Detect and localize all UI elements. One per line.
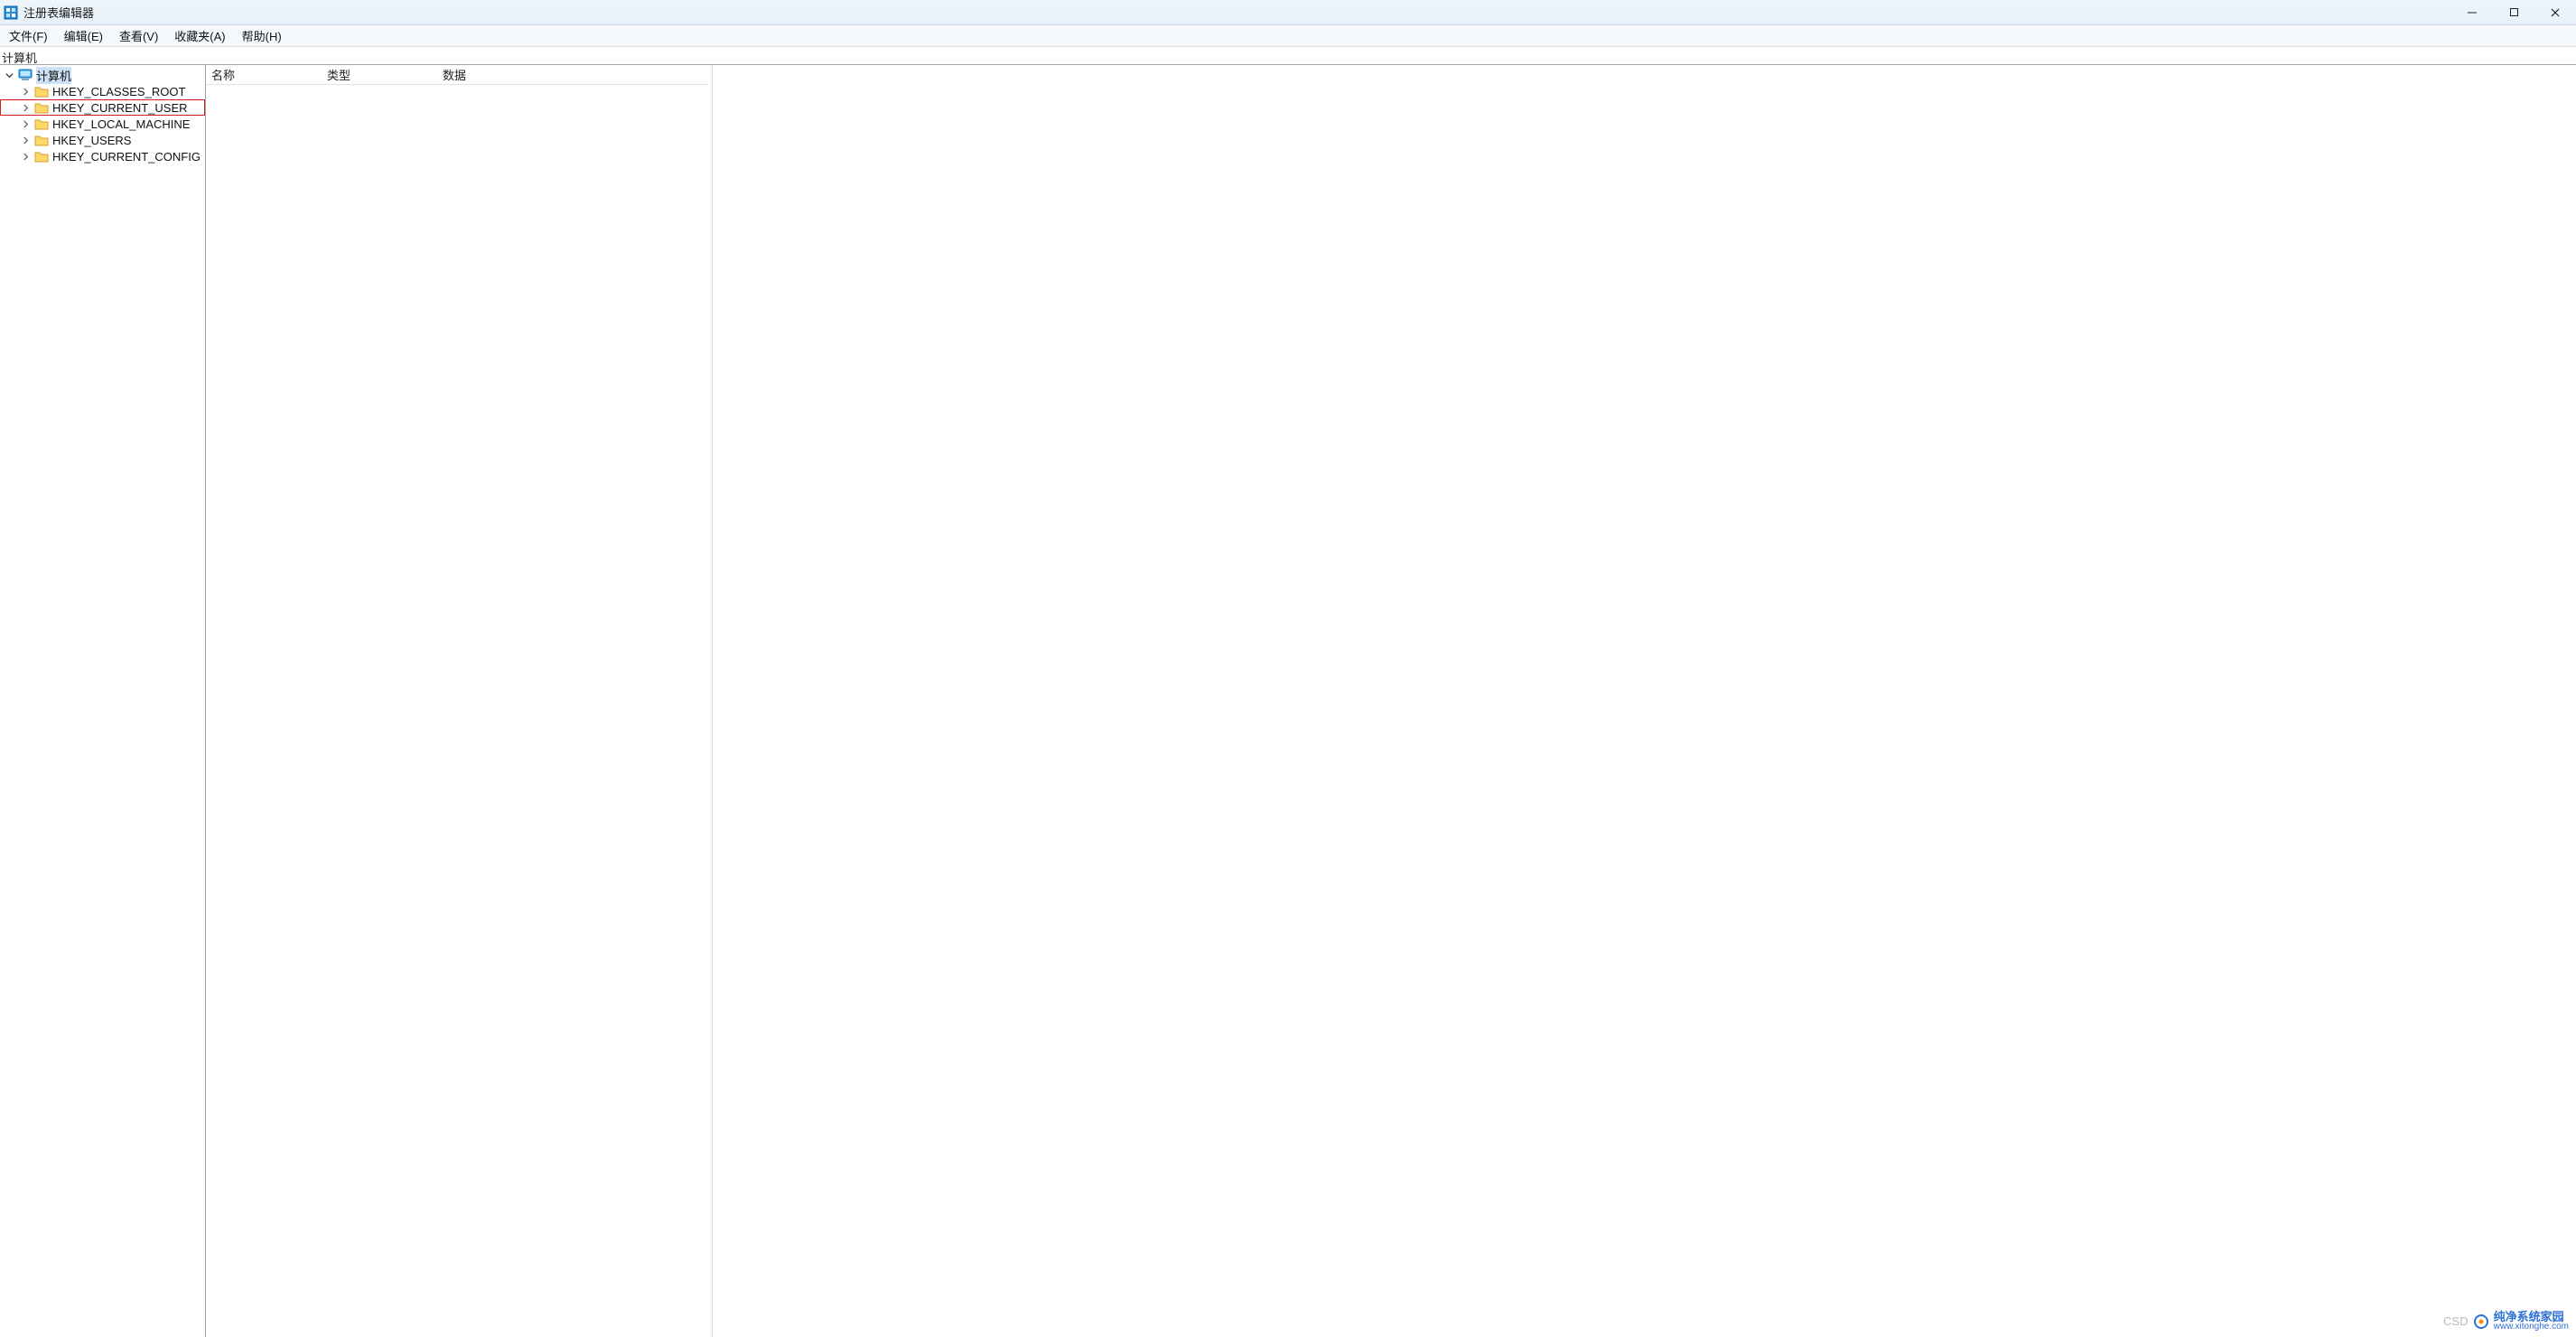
address-text: 计算机 — [2, 51, 37, 65]
tree-hive-hkcr[interactable]: HKEY_CLASSES_ROOT — [0, 83, 205, 99]
list-pane[interactable]: 名称 类型 数据 — [206, 65, 2576, 1337]
menu-file[interactable]: 文件(F) — [7, 25, 50, 46]
watermark: CSD 纯净系统家园 www.xitonghe.com — [2443, 1311, 2569, 1332]
minimize-icon — [2467, 7, 2478, 18]
regedit-icon — [4, 5, 18, 20]
tree-root-label: 计算机 — [36, 67, 71, 84]
column-header-name[interactable]: 名称 — [206, 64, 322, 85]
tree-item-label: HKEY_CLASSES_ROOT — [52, 85, 185, 98]
watermark-left: CSD — [2443, 1314, 2468, 1328]
maximize-button[interactable] — [2493, 0, 2534, 25]
minimize-button[interactable] — [2451, 0, 2493, 25]
folder-icon — [34, 101, 49, 114]
chevron-right-icon[interactable] — [20, 102, 31, 113]
workspace: 计算机 HKEY_CLASSES_ROOT HKEY_CURRENT_USER … — [0, 65, 2576, 1337]
chevron-right-icon[interactable] — [20, 135, 31, 145]
watermark-sub: www.xitonghe.com — [2494, 1323, 2569, 1332]
window-title: 注册表编辑器 — [23, 4, 94, 21]
tree-item-label: HKEY_CURRENT_CONFIG — [52, 150, 201, 164]
tree-item-label: HKEY_LOCAL_MACHINE — [52, 117, 190, 131]
tree-hive-hklm[interactable]: HKEY_LOCAL_MACHINE — [0, 116, 205, 132]
tree-root-computer[interactable]: 计算机 — [0, 67, 205, 83]
column-header-data[interactable]: 数据 — [437, 64, 708, 85]
folder-icon — [34, 150, 49, 163]
menubar: 文件(F) 编辑(E) 查看(V) 收藏夹(A) 帮助(H) — [0, 25, 2576, 47]
menu-favorites[interactable]: 收藏夹(A) — [173, 25, 227, 46]
column-header-type[interactable]: 类型 — [322, 64, 437, 85]
tree-item-label: HKEY_CURRENT_USER — [52, 101, 188, 115]
chevron-right-icon[interactable] — [20, 151, 31, 162]
maximize-icon — [2509, 7, 2519, 17]
chevron-down-icon[interactable] — [4, 70, 14, 80]
menu-view[interactable]: 查看(V) — [117, 25, 160, 46]
chevron-right-icon[interactable] — [20, 118, 31, 129]
tree-hive-hku[interactable]: HKEY_USERS — [0, 132, 205, 148]
computer-icon — [18, 69, 33, 81]
close-icon — [2550, 7, 2561, 18]
folder-icon — [34, 117, 49, 130]
column-divider[interactable] — [712, 65, 713, 1337]
tree-pane[interactable]: 计算机 HKEY_CLASSES_ROOT HKEY_CURRENT_USER … — [0, 65, 206, 1337]
watermark-logo-icon — [2474, 1314, 2488, 1329]
folder-icon — [34, 85, 49, 98]
tree-hive-hkcc[interactable]: HKEY_CURRENT_CONFIG — [0, 148, 205, 164]
tree-item-label: HKEY_USERS — [52, 134, 131, 147]
menu-help[interactable]: 帮助(H) — [240, 25, 284, 46]
tree-hive-hkcu[interactable]: HKEY_CURRENT_USER — [0, 99, 205, 116]
address-bar[interactable]: 计算机 — [0, 47, 2576, 65]
menu-edit[interactable]: 编辑(E) — [62, 25, 105, 46]
folder-icon — [34, 134, 49, 146]
titlebar: 注册表编辑器 — [0, 0, 2576, 25]
close-button[interactable] — [2534, 0, 2576, 25]
list-header: 名称 类型 数据 — [206, 65, 708, 85]
chevron-right-icon[interactable] — [20, 86, 31, 97]
